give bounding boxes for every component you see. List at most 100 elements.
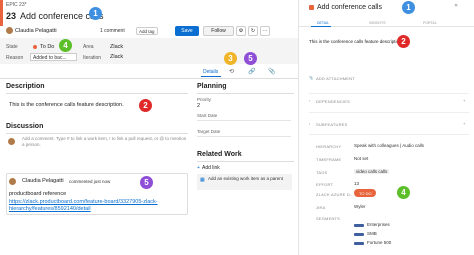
callout-badge-4: 4 [397, 186, 410, 199]
epic-color-bar [0, 0, 3, 26]
callout-badge-2: 2 [139, 99, 152, 112]
avatar [6, 27, 13, 34]
attachment-icon: 📎 [309, 76, 314, 80]
gear-icon[interactable]: ⚙ [236, 26, 246, 36]
productboard-link-cont[interactable]: hierarchy/features/8592140/detail [9, 206, 91, 212]
azure-devops-work-item: EPIC 23* 23 Add conference calls 1 Claud… [0, 0, 298, 255]
description-heading: Description [6, 83, 45, 90]
add-parent-box[interactable]: ▦ Add an existing work item as a parent [197, 174, 292, 190]
tags-label: TAGS [316, 170, 328, 175]
start-date-label: Start Date [197, 113, 218, 118]
reason-label: Reason [6, 55, 24, 61]
callout-badge-5: 5 [244, 52, 257, 65]
target-date-field[interactable] [197, 136, 291, 137]
add-icon[interactable]: + [463, 98, 465, 103]
segment-indicator [354, 224, 364, 227]
work-item-icon: ▦ [200, 177, 205, 183]
add-tag-button[interactable]: Add tag [136, 27, 158, 35]
chevron-right-icon[interactable]: › [309, 98, 310, 103]
chevron-right-icon[interactable]: › [309, 121, 310, 126]
divider [309, 134, 469, 135]
state-label: State [6, 44, 18, 50]
iteration-label: Iteration [83, 55, 102, 61]
tab-insights[interactable]: INSIGHTS [369, 21, 386, 25]
segment-smb[interactable]: SMB [367, 231, 377, 236]
add-link-plus-icon[interactable]: + [197, 165, 200, 171]
timeframe-label: TIMEFRAME [316, 157, 342, 162]
productboard-feature-panel: Add conference calls 1 ✕ DETAIL INSIGHTS… [298, 0, 474, 255]
attachment-icon[interactable]: 📎 [268, 68, 275, 75]
assignee-name[interactable]: Claudia Pelagatti [15, 28, 57, 34]
tab-detail[interactable]: DETAIL [317, 21, 329, 25]
history-icon[interactable]: ⟲ [229, 68, 234, 75]
add-parent-text: Add an existing work item as a parent [208, 176, 284, 181]
callout-badge-3: 3 [224, 52, 237, 65]
epic-label: EPIC 23* [6, 2, 27, 8]
feature-title[interactable]: Add conference calls [317, 4, 382, 11]
divider [0, 78, 298, 79]
comment-timestamp: commented just now [69, 179, 111, 184]
jira-label: JIRA [316, 205, 326, 210]
subfeatures-section[interactable]: SUBFEATURES [316, 122, 347, 127]
tab-details-underline [201, 76, 221, 77]
avatar [8, 138, 15, 145]
comment-count[interactable]: 1 comment [100, 28, 125, 34]
segment-fortune-500[interactable]: Fortune 500 [367, 240, 391, 245]
target-date-label: Target Date [197, 129, 221, 134]
related-work-heading: Related Work [197, 151, 242, 158]
more-options-icon[interactable]: ⋯ [260, 26, 270, 36]
callout-badge-5: 5 [140, 176, 153, 189]
area-value[interactable]: Zlack [110, 44, 123, 50]
state-value[interactable]: To Do [40, 44, 54, 50]
follow-button[interactable]: Follow [203, 26, 234, 36]
add-attachment-button[interactable]: ADD ATTACHMENT [316, 76, 355, 81]
timeframe-value[interactable]: Not set [354, 156, 368, 161]
divider [6, 133, 188, 134]
feature-icon [309, 5, 314, 10]
dependencies-section[interactable]: DEPENDENCIES [316, 99, 350, 104]
feature-description[interactable]: This is the conference calls feature des… [309, 39, 403, 44]
tags-value[interactable]: video calls calls [354, 169, 390, 174]
link-icon[interactable]: 🔗 [248, 68, 255, 75]
divider [197, 161, 294, 162]
comment-input[interactable]: Add a comment. Type # to link a work ite… [22, 136, 188, 150]
reason-field[interactable]: Added to bac... [30, 53, 77, 61]
area-label: Area [83, 44, 94, 50]
discussion-heading: Discussion [6, 123, 44, 130]
segment-enterprises[interactable]: Enterprises [367, 222, 390, 227]
callout-badge-1: 1 [89, 7, 102, 20]
hierarchy-value[interactable]: Speak with colleagues | Audio calls [354, 143, 424, 148]
item-number: 23 [6, 11, 17, 21]
callout-badge-1: 1 [402, 1, 415, 14]
divider [197, 93, 294, 94]
planning-heading: Planning [197, 83, 227, 90]
tab-portal[interactable]: PORTAL [423, 21, 437, 25]
zlack-azure-label: ZLACK AZURE D... [316, 192, 354, 197]
add-link-button[interactable]: Add link [202, 165, 220, 171]
tab-detail-underline [311, 26, 331, 27]
comment-body-line: productboard reference [9, 191, 67, 197]
commenter-name: Claudia Pelagatti [22, 178, 64, 184]
description-text[interactable]: This is the conference calls feature des… [9, 102, 124, 108]
segment-indicator [354, 233, 364, 236]
save-button[interactable]: Save [175, 26, 199, 36]
productboard-link[interactable]: https://zlack.productboard.com/feature-b… [9, 199, 158, 205]
divider [6, 93, 188, 94]
divider [309, 112, 469, 113]
segment-indicator [354, 242, 364, 245]
start-date-field[interactable] [197, 120, 291, 121]
priority-value[interactable]: 2 [197, 103, 200, 109]
status-badge[interactable]: TO DO [354, 189, 376, 197]
state-dot-icon [33, 45, 37, 49]
effort-value[interactable]: 13 [354, 181, 359, 186]
add-icon[interactable]: + [463, 121, 465, 126]
segments-label: SEGMENTS [316, 216, 341, 221]
tab-details[interactable]: Details [203, 69, 218, 75]
iteration-value[interactable]: Zlack [110, 54, 123, 60]
jira-value[interactable]: Wyler [354, 204, 365, 209]
refresh-icon[interactable]: ↻ [248, 26, 258, 36]
callout-badge-2: 2 [397, 35, 410, 48]
close-icon[interactable]: ✕ [454, 3, 458, 9]
effort-label: EFFORT [316, 182, 334, 187]
priority-label: Priority [197, 97, 212, 102]
